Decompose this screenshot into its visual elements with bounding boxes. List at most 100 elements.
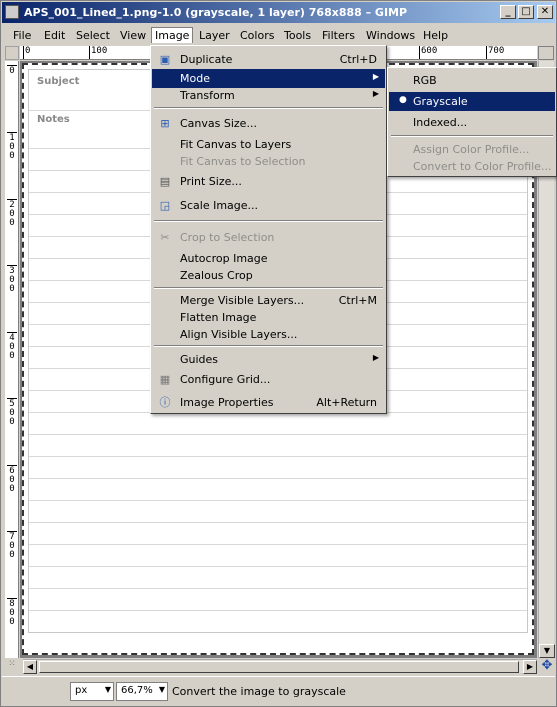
- menu-item-grayscale[interactable]: ● Grayscale: [389, 92, 555, 111]
- menu-item-print-size[interactable]: ▤ Print Size...: [152, 172, 385, 191]
- menu-item-label: Image Properties: [180, 396, 274, 409]
- unit-value: px: [75, 685, 88, 696]
- menu-item-label: Canvas Size...: [180, 117, 257, 130]
- canvas-size-icon: ⊞: [160, 117, 170, 130]
- scroll-right-arrow[interactable]: ▶: [523, 660, 537, 674]
- status-message: Convert the image to grayscale: [172, 685, 346, 698]
- window-title: APS_001_Lined_1.png-1.0 (grayscale, 1 la…: [24, 6, 408, 19]
- menu-item-image-properties[interactable]: ⓘ Image Properties Alt+Return: [152, 393, 385, 412]
- paper-rule: [29, 522, 527, 523]
- menu-item-transform[interactable]: Transform ▶: [152, 86, 385, 105]
- horizontal-scroll-row: ⁙ ◀ ▶ ✥: [5, 659, 554, 674]
- menu-item-label: Fit Canvas to Layers: [180, 138, 292, 151]
- v-ruler-tick: 200: [7, 199, 17, 228]
- info-icon: ⓘ: [159, 396, 171, 409]
- print-size-icon: ▤: [159, 175, 171, 188]
- maximize-button[interactable]: □: [518, 5, 534, 19]
- menu-edit[interactable]: Edit: [44, 28, 65, 44]
- menu-item-label: Duplicate: [180, 53, 233, 66]
- menu-item-fit-canvas-selection: Fit Canvas to Selection: [152, 152, 385, 171]
- menu-item-label: Convert to Color Profile...: [413, 160, 552, 173]
- menu-item-rgb[interactable]: RGB: [389, 71, 555, 90]
- menu-item-duplicate[interactable]: ▣ Duplicate Ctrl+D: [152, 50, 385, 69]
- v-ruler-tick: 100: [7, 132, 17, 161]
- h-ruler-tick: 700: [486, 46, 504, 59]
- v-ruler-tick: 400: [7, 332, 17, 361]
- chevron-right-icon: ▶: [372, 353, 379, 362]
- chevron-right-icon: ▶: [372, 89, 379, 98]
- close-button[interactable]: ✕: [537, 5, 553, 19]
- vertical-ruler: 0 100 200 300 400 500 600 700 800: [5, 61, 19, 658]
- v-ruler-tick: 700: [7, 531, 17, 560]
- paper-rule: [29, 500, 527, 501]
- menu-image[interactable]: Image: [151, 27, 194, 43]
- menu-view[interactable]: View: [120, 28, 146, 44]
- navigate-icon[interactable]: ✥: [540, 659, 554, 673]
- menu-separator: [154, 107, 383, 109]
- zoom-value: 66,7%: [121, 685, 153, 696]
- menu-item-guides[interactable]: Guides ▶: [152, 350, 385, 369]
- menu-item-label: Fit Canvas to Selection: [180, 155, 306, 168]
- chevron-down-icon: ▼: [104, 685, 111, 694]
- status-bar: px ▼ 66,7% ▼ Convert the image to graysc…: [2, 676, 555, 704]
- menu-item-scale-image[interactable]: ◲ Scale Image...: [152, 196, 385, 215]
- menu-item-configure-grid[interactable]: ▦ Configure Grid...: [152, 370, 385, 389]
- menu-windows[interactable]: Windows: [366, 28, 415, 44]
- ruler-corner-button[interactable]: [5, 46, 19, 60]
- menu-item-label: Guides: [180, 353, 219, 366]
- v-ruler-tick: 800: [7, 598, 17, 627]
- minimize-button[interactable]: _: [500, 5, 516, 19]
- menu-item-label: Align Visible Layers...: [180, 328, 298, 341]
- menu-layer[interactable]: Layer: [199, 28, 230, 44]
- grid-icon: ▦: [159, 373, 171, 386]
- scroll-down-arrow[interactable]: ▼: [539, 644, 555, 658]
- notes-label: Notes: [37, 114, 70, 125]
- menu-item-zealous-crop[interactable]: Zealous Crop: [152, 266, 385, 285]
- paper-rule: [29, 566, 527, 567]
- crop-icon: ✂: [160, 231, 170, 244]
- paper-rule: [29, 434, 527, 435]
- v-ruler-tick: 0: [7, 65, 17, 76]
- v-ruler-tick: 300: [7, 265, 17, 294]
- zoom-toggle-button[interactable]: [538, 46, 554, 60]
- menu-colors[interactable]: Colors: [240, 28, 274, 44]
- subject-label: Subject: [37, 76, 80, 87]
- paper-rule: [29, 610, 527, 611]
- menu-tools[interactable]: Tools: [284, 28, 311, 44]
- menu-help[interactable]: Help: [423, 28, 448, 44]
- h-ruler-tick: 600: [419, 46, 437, 59]
- menu-filters[interactable]: Filters: [322, 28, 355, 44]
- menu-item-label: Merge Visible Layers...: [180, 294, 305, 307]
- horizontal-scrollbar[interactable]: ◀ ▶: [23, 659, 537, 674]
- duplicate-icon: ▣: [159, 53, 171, 66]
- chevron-down-icon: ▼: [158, 685, 165, 694]
- menu-item-align-visible[interactable]: Align Visible Layers...: [152, 325, 385, 344]
- menu-file[interactable]: File: [13, 28, 31, 44]
- paper-rule: [29, 588, 527, 589]
- menu-item-indexed[interactable]: Indexed...: [389, 113, 555, 132]
- menu-item-convert-profile: Convert to Color Profile...: [389, 157, 555, 176]
- menu-item-label: Autocrop Image: [180, 252, 268, 265]
- zoom-select[interactable]: 66,7% ▼: [116, 682, 168, 701]
- v-ruler-tick: 600: [7, 465, 17, 494]
- menu-item-label: Mode: [180, 72, 210, 85]
- menu-item-label: Assign Color Profile...: [413, 143, 530, 156]
- scroll-left-arrow[interactable]: ◀: [23, 660, 37, 674]
- unit-select[interactable]: px ▼: [70, 682, 114, 701]
- title-bar: APS_001_Lined_1.png-1.0 (grayscale, 1 la…: [2, 2, 555, 23]
- horizontal-scroll-thumb[interactable]: [39, 661, 519, 673]
- h-ruler-tick: 100: [89, 46, 107, 59]
- menu-separator: [154, 220, 383, 222]
- gimp-app-icon: [5, 5, 19, 19]
- menu-bar: File Edit Select View Image Layer Colors…: [2, 25, 555, 45]
- menu-select[interactable]: Select: [76, 28, 110, 44]
- quick-mask-toggle[interactable]: ⁙: [5, 659, 19, 673]
- paper-rule: [29, 544, 527, 545]
- menu-item-accel: Alt+Return: [316, 396, 377, 409]
- menu-item-label: Crop to Selection: [180, 231, 275, 244]
- menu-separator: [154, 287, 383, 289]
- paper-rule: [29, 478, 527, 479]
- radio-selected-icon: ●: [399, 95, 407, 105]
- menu-item-label: Transform: [180, 89, 235, 102]
- menu-item-canvas-size[interactable]: ⊞ Canvas Size...: [152, 114, 385, 133]
